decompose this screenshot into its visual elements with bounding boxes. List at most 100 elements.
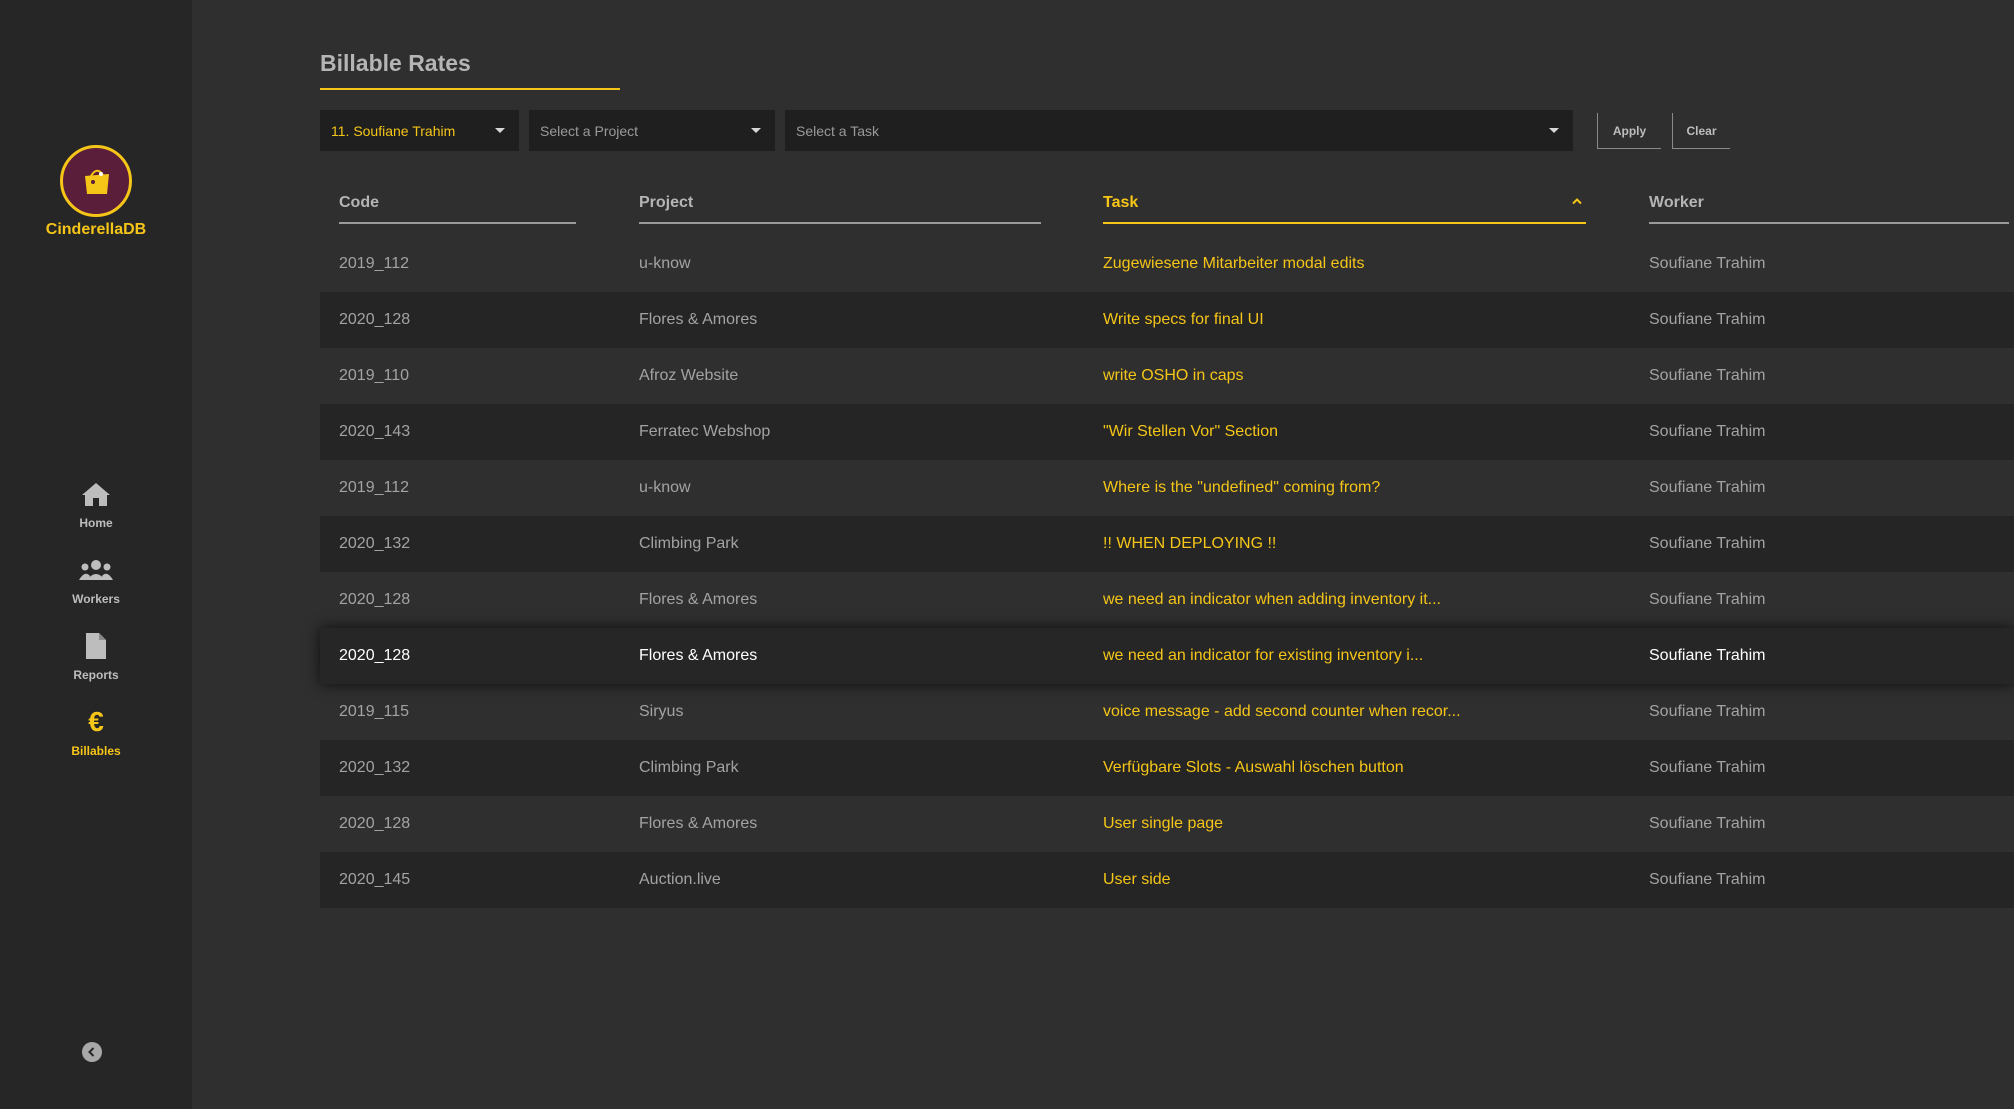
table-row[interactable]: 2020_128 Flores & Amores we need an indica… — [320, 628, 2014, 684]
main-content: Billable Rates 11. Soufiane Trahim Selec… — [192, 0, 2014, 1109]
cell-code: 2019_115 — [339, 703, 409, 720]
cell-worker: Soufiane Trahim — [1649, 591, 1766, 608]
sidebar-item-billables[interactable]: € Billables — [0, 706, 192, 782]
table-row[interactable]: 2020_132 Climbing Park !! WHEN DEPLOYING !… — [320, 516, 2014, 572]
worker-select[interactable]: 11. Soufiane Trahim — [320, 110, 519, 151]
table-row[interactable]: 2020_128 Flores & Amores Write specs for f… — [320, 292, 2014, 348]
table-header: Code Project Task Worker — [320, 180, 2014, 224]
cell-task[interactable]: Zugewiesene Mitarbeiter modal edits — [1103, 236, 1364, 292]
cell-code: 2019_110 — [339, 367, 409, 384]
column-header-project[interactable]: Project — [639, 180, 1041, 224]
cell-code: 2020_132 — [339, 535, 411, 552]
cell-code: 2019_112 — [339, 255, 409, 272]
euro-icon: € — [88, 706, 104, 737]
title-underline — [320, 88, 620, 90]
sidebar-item-label: Billables — [71, 744, 121, 758]
cell-worker: Soufiane Trahim — [1649, 871, 1766, 888]
home-icon — [0, 478, 192, 510]
caret-down-icon — [751, 128, 761, 133]
table-row[interactable]: 2020_128 Flores & Amores we need an indica… — [320, 572, 2014, 628]
cell-task[interactable]: "Wir Stellen Vor" Section — [1103, 404, 1278, 460]
sidebar-item-home[interactable]: Home — [0, 478, 192, 554]
sidebar-item-workers[interactable]: Workers — [0, 554, 192, 630]
filter-bar: 11. Soufiane Trahim Select a Project Sel… — [320, 110, 1920, 151]
table-row[interactable]: 2019_112 u-know Zugewiesene Mitarbeiter mo… — [320, 236, 2014, 292]
logo-icon — [60, 145, 132, 217]
cell-task[interactable]: User single page — [1103, 796, 1223, 852]
project-select-placeholder: Select a Project — [540, 122, 639, 139]
users-icon — [0, 554, 192, 586]
table-row[interactable]: 2019_110 Afroz Website write OSHO in caps S… — [320, 348, 2014, 404]
column-header-code[interactable]: Code — [339, 180, 576, 224]
cell-project: Flores & Amores — [639, 647, 758, 664]
task-select[interactable]: Select a Task — [785, 110, 1573, 151]
cell-project: Ferratec Webshop — [639, 423, 771, 440]
cell-project: Climbing Park — [639, 759, 739, 776]
cell-project: u-know — [639, 479, 691, 496]
cell-task[interactable]: Write specs for final UI — [1103, 292, 1264, 348]
table-row[interactable]: 2020_132 Climbing Park Verfügbare Slots - … — [320, 740, 2014, 796]
caret-down-icon — [1549, 128, 1559, 133]
sidebar-item-reports[interactable]: Reports — [0, 630, 192, 706]
caret-down-icon — [495, 128, 505, 133]
table-row[interactable]: 2020_143 Ferratec Webshop "Wir Stellen Vor… — [320, 404, 2014, 460]
table-row[interactable]: 2019_112 u-know Where is the "undefined" c… — [320, 460, 2014, 516]
clear-button[interactable]: Clear — [1672, 113, 1730, 149]
cell-worker: Soufiane Trahim — [1649, 759, 1766, 776]
cell-project: Climbing Park — [639, 535, 739, 552]
cell-task[interactable]: Verfügbare Slots - Auswahl löschen butto… — [1103, 740, 1404, 796]
apply-button[interactable]: Apply — [1597, 113, 1661, 149]
cell-code: 2020_128 — [339, 815, 411, 832]
column-header-task[interactable]: Task — [1103, 180, 1586, 224]
cell-project: Auction.live — [639, 871, 721, 888]
app-root: CinderellaDB Home Workers Reports € Bill… — [0, 0, 2014, 1109]
table-row[interactable]: 2020_145 Auction.live User side Soufiane Tr… — [320, 852, 2014, 908]
worker-select-value: 11. Soufiane Trahim — [331, 122, 456, 139]
cell-worker: Soufiane Trahim — [1649, 479, 1766, 496]
logo[interactable]: CinderellaDB — [0, 145, 192, 239]
cell-worker: Soufiane Trahim — [1649, 703, 1766, 720]
sidebar-item-label: Reports — [73, 668, 119, 682]
cell-project: Siryus — [639, 703, 684, 720]
cell-code: 2020_132 — [339, 759, 411, 776]
file-icon — [0, 630, 192, 662]
sidebar: CinderellaDB Home Workers Reports € Bill… — [0, 0, 192, 1109]
cell-task[interactable]: write OSHO in caps — [1103, 348, 1243, 404]
cell-code: 2020_128 — [339, 311, 411, 328]
sidebar-item-label: Home — [79, 516, 113, 530]
sort-ascending-icon — [1572, 198, 1582, 205]
cell-code: 2020_128 — [339, 647, 411, 664]
cell-worker: Soufiane Trahim — [1649, 255, 1766, 272]
chevron-left-icon — [88, 1047, 95, 1057]
cell-task[interactable]: Where is the "undefined" coming from? — [1103, 460, 1380, 516]
cell-code: 2020_143 — [339, 423, 411, 440]
cell-task[interactable]: we need an indicator when adding invento… — [1103, 572, 1441, 628]
cell-task[interactable]: !! WHEN DEPLOYING !! — [1103, 516, 1276, 572]
table-row[interactable]: 2020_128 Flores & Amores User single page S… — [320, 796, 2014, 852]
cell-worker: Soufiane Trahim — [1649, 535, 1766, 552]
cell-worker: Soufiane Trahim — [1649, 815, 1766, 832]
cell-task[interactable]: User side — [1103, 852, 1171, 908]
cell-project: Afroz Website — [639, 367, 739, 384]
cell-code: 2019_112 — [339, 479, 409, 496]
task-select-placeholder: Select a Task — [796, 122, 880, 139]
cell-task[interactable]: voice message - add second counter when … — [1103, 684, 1461, 740]
cell-project: u-know — [639, 255, 691, 272]
cell-project: Flores & Amores — [639, 311, 758, 328]
cell-project: Flores & Amores — [639, 815, 758, 832]
column-header-worker[interactable]: Worker — [1649, 180, 2009, 224]
cell-worker: Soufiane Trahim — [1649, 647, 1766, 664]
sidebar-item-label: Workers — [72, 592, 120, 606]
table-body: 2019_112 u-know Zugewiesene Mitarbeiter mo… — [320, 236, 2014, 908]
page-title: Billable Rates — [320, 50, 471, 76]
cell-task[interactable]: we need an indicator for existing invent… — [1103, 628, 1423, 684]
sidebar-nav: Home Workers Reports € Billables — [0, 478, 192, 782]
project-select[interactable]: Select a Project — [529, 110, 775, 151]
table-row[interactable]: 2019_115 Siryus voice message - add second… — [320, 684, 2014, 740]
app-name: CinderellaDB — [45, 221, 147, 238]
cell-worker: Soufiane Trahim — [1649, 423, 1766, 440]
collapse-sidebar-button[interactable] — [82, 1042, 102, 1062]
cell-code: 2020_145 — [339, 871, 411, 888]
cell-worker: Soufiane Trahim — [1649, 367, 1766, 384]
cell-worker: Soufiane Trahim — [1649, 311, 1766, 328]
